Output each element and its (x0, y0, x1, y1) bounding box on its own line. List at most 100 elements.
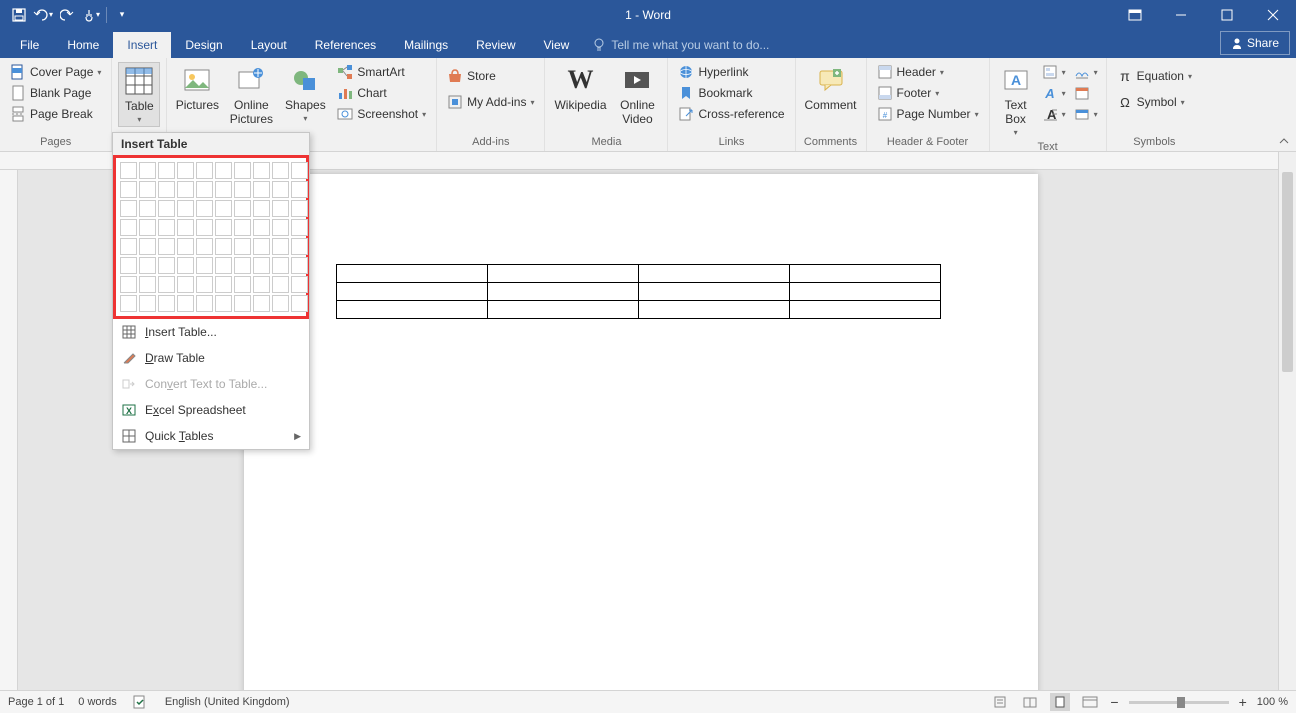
grid-cell[interactable] (120, 162, 137, 179)
grid-cell[interactable] (291, 219, 308, 236)
ribbon-display-options-button[interactable] (1112, 0, 1158, 29)
grid-cell[interactable] (177, 200, 194, 217)
close-button[interactable] (1250, 0, 1296, 29)
table-cell[interactable] (488, 301, 639, 319)
document-table[interactable] (336, 264, 941, 319)
grid-cell[interactable] (139, 200, 156, 217)
vertical-scrollbar[interactable] (1278, 152, 1296, 690)
online-pictures-button[interactable]: Online Pictures (225, 62, 277, 128)
grid-cell[interactable] (139, 219, 156, 236)
status-language[interactable]: English (United Kingdom) (165, 696, 290, 708)
grid-cell[interactable] (291, 181, 308, 198)
grid-cell[interactable] (253, 238, 270, 255)
hyperlink-button[interactable]: Hyperlink (674, 62, 788, 82)
header-button[interactable]: Header▾ (873, 62, 983, 82)
grid-cell[interactable] (234, 162, 251, 179)
redo-button[interactable] (56, 4, 78, 26)
status-page[interactable]: Page 1 of 1 (8, 696, 64, 708)
grid-cell[interactable] (139, 295, 156, 312)
tab-layout[interactable]: Layout (237, 32, 301, 58)
wordart-button[interactable]: A▾ (1040, 83, 1068, 103)
bookmark-button[interactable]: Bookmark (674, 83, 788, 103)
view-web-layout[interactable] (1080, 693, 1100, 711)
insert-table-menuitem[interactable]: Insert Table... (113, 319, 309, 345)
symbol-button[interactable]: ΩSymbol▾ (1113, 92, 1196, 112)
tab-home[interactable]: Home (53, 32, 113, 58)
zoom-out-button[interactable]: − (1110, 694, 1118, 710)
table-cell[interactable] (790, 265, 941, 283)
zoom-slider-knob[interactable] (1177, 697, 1185, 708)
grid-cell[interactable] (177, 162, 194, 179)
tab-insert[interactable]: Insert (113, 32, 171, 58)
footer-button[interactable]: Footer▾ (873, 83, 983, 103)
quick-tables-menuitem[interactable]: Quick Tables▶ (113, 423, 309, 449)
tab-design[interactable]: Design (171, 32, 236, 58)
table-cell[interactable] (337, 283, 488, 301)
shapes-button[interactable]: Shapes▾ (281, 62, 329, 125)
maximize-button[interactable] (1204, 0, 1250, 29)
grid-cell[interactable] (120, 295, 137, 312)
grid-cell[interactable] (158, 257, 175, 274)
grid-cell[interactable] (272, 181, 289, 198)
table-cell[interactable] (639, 283, 790, 301)
cover-page-button[interactable]: Cover Page▾ (6, 62, 105, 82)
grid-cell[interactable] (215, 181, 232, 198)
grid-cell[interactable] (158, 200, 175, 217)
document-page[interactable] (244, 174, 1038, 690)
table-cell[interactable] (790, 301, 941, 319)
grid-cell[interactable] (291, 200, 308, 217)
grid-cell[interactable] (234, 200, 251, 217)
grid-cell[interactable] (139, 238, 156, 255)
grid-cell[interactable] (158, 181, 175, 198)
zoom-level[interactable]: 100 % (1257, 696, 1288, 708)
save-button[interactable] (8, 4, 30, 26)
wikipedia-button[interactable]: WWikipedia (551, 62, 609, 114)
table-cell[interactable] (488, 265, 639, 283)
table-cell[interactable] (337, 301, 488, 319)
quick-parts-button[interactable]: ▾ (1040, 62, 1068, 82)
grid-cell[interactable] (215, 162, 232, 179)
grid-cell[interactable] (234, 295, 251, 312)
comment-button[interactable]: Comment (802, 62, 860, 114)
signature-line-button[interactable]: ▾ (1072, 62, 1100, 82)
grid-cell[interactable] (120, 200, 137, 217)
table-cell[interactable] (639, 265, 790, 283)
grid-cell[interactable] (253, 200, 270, 217)
grid-cell[interactable] (158, 295, 175, 312)
excel-spreadsheet-menuitem[interactable]: XExcel Spreadsheet (113, 397, 309, 423)
grid-cell[interactable] (196, 181, 213, 198)
grid-cell[interactable] (272, 276, 289, 293)
grid-cell[interactable] (120, 257, 137, 274)
grid-cell[interactable] (253, 162, 270, 179)
grid-cell[interactable] (215, 200, 232, 217)
grid-cell[interactable] (120, 219, 137, 236)
grid-cell[interactable] (234, 181, 251, 198)
table-cell[interactable] (790, 283, 941, 301)
grid-cell[interactable] (291, 295, 308, 312)
grid-cell[interactable] (253, 276, 270, 293)
grid-cell[interactable] (215, 295, 232, 312)
qat-customize-button[interactable]: ▾ (111, 4, 133, 26)
grid-cell[interactable] (272, 238, 289, 255)
grid-cell[interactable] (139, 257, 156, 274)
grid-cell[interactable] (253, 257, 270, 274)
collapse-ribbon-button[interactable] (1278, 135, 1290, 147)
text-box-button[interactable]: AText Box▾ (996, 62, 1036, 139)
grid-cell[interactable] (291, 162, 308, 179)
grid-cell[interactable] (177, 219, 194, 236)
grid-cell[interactable] (253, 181, 270, 198)
table-row[interactable] (337, 283, 941, 301)
object-button[interactable]: ▾ (1072, 104, 1100, 124)
grid-cell[interactable] (158, 219, 175, 236)
view-print-layout[interactable] (1050, 693, 1070, 711)
grid-cell[interactable] (272, 162, 289, 179)
grid-cell[interactable] (272, 295, 289, 312)
table-cell[interactable] (488, 283, 639, 301)
tab-review[interactable]: Review (462, 32, 529, 58)
view-read-mode[interactable] (1020, 693, 1040, 711)
tab-references[interactable]: References (301, 32, 390, 58)
screenshot-button[interactable]: Screenshot▾ (333, 104, 430, 124)
grid-cell[interactable] (196, 257, 213, 274)
grid-cell[interactable] (196, 276, 213, 293)
online-video-button[interactable]: Online Video (613, 62, 661, 128)
